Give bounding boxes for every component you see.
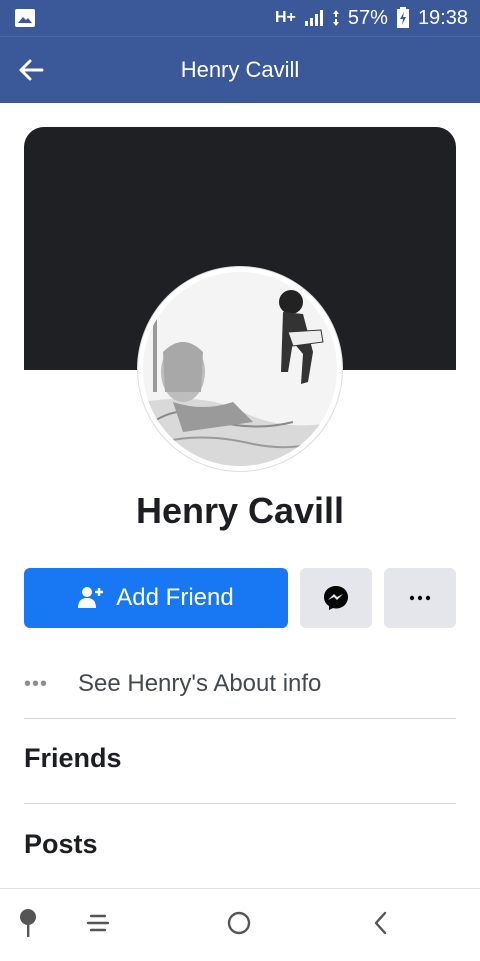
system-nav-bar: [0, 888, 480, 961]
friends-heading[interactable]: Friends: [24, 743, 122, 774]
data-transfer-icon: [332, 10, 339, 26]
arrow-left-icon: [19, 59, 44, 81]
battery-percent: 57%: [347, 6, 388, 29]
battery-charging-icon: [396, 7, 409, 28]
profile-avatar[interactable]: [138, 267, 342, 471]
add-friend-label: Add Friend: [116, 584, 234, 611]
app-title: Henry Cavill: [180, 57, 300, 82]
posts-heading[interactable]: Posts: [24, 829, 98, 860]
avatar-image: [143, 272, 337, 466]
divider: [24, 718, 456, 719]
about-dots-icon: •••: [24, 672, 49, 695]
home-button[interactable]: [219, 903, 259, 943]
signal-icon: [304, 10, 323, 26]
gallery-icon: [15, 9, 35, 27]
menu-icon: [86, 914, 110, 932]
pin-button[interactable]: [8, 903, 48, 943]
about-info-link[interactable]: ••• See Henry's About info: [24, 660, 456, 708]
messenger-button[interactable]: [300, 568, 372, 628]
back-button[interactable]: [14, 51, 48, 89]
home-circle-icon: [227, 911, 251, 935]
messenger-icon: [324, 586, 348, 610]
add-person-icon: [78, 587, 104, 608]
pin-icon: [20, 909, 36, 937]
back-chevron-icon: [374, 911, 387, 935]
clock: 19:38: [417, 6, 468, 29]
network-type: H+: [275, 9, 296, 26]
menu-button[interactable]: [78, 903, 118, 943]
app-bar: Henry Cavill: [0, 36, 480, 103]
system-back-button[interactable]: [360, 903, 400, 943]
profile-name: Henry Cavill: [135, 490, 345, 531]
about-info-text: See Henry's About info: [78, 670, 322, 697]
more-horizontal-icon: [409, 595, 431, 601]
status-bar: H+ 57% 19:38: [0, 0, 480, 36]
more-button[interactable]: [384, 568, 456, 628]
divider: [24, 803, 456, 804]
add-friend-button[interactable]: Add Friend: [24, 568, 288, 628]
